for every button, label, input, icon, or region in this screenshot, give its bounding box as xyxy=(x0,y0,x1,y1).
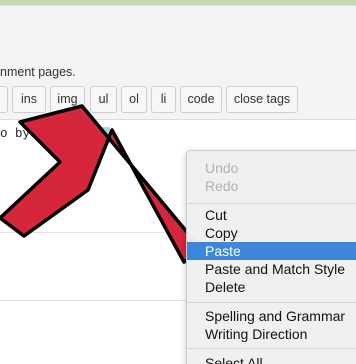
menu-item-writing-direction[interactable]: Writing Direction xyxy=(187,325,356,343)
menu-item-paste-match-style[interactable]: Paste and Match Style xyxy=(187,260,356,278)
menu-item-delete[interactable]: Delete xyxy=(187,278,356,296)
menu-item-select-all[interactable]: Select All xyxy=(187,354,356,364)
menu-item-undo: Undo xyxy=(205,160,239,176)
menu-separator xyxy=(187,203,356,204)
menu-item-spelling-grammar[interactable]: Spelling and Grammar xyxy=(187,307,356,325)
menu-item-redo: Redo xyxy=(205,178,239,194)
context-menu: Undo Redo Cut Copy Paste Paste and Match… xyxy=(186,150,356,364)
menu-item-copy[interactable]: Copy xyxy=(187,224,356,242)
menu-separator xyxy=(187,302,356,303)
menu-item-paste[interactable]: Paste xyxy=(187,242,356,260)
menu-separator xyxy=(187,348,356,349)
menu-item-cut[interactable]: Cut xyxy=(187,206,356,224)
